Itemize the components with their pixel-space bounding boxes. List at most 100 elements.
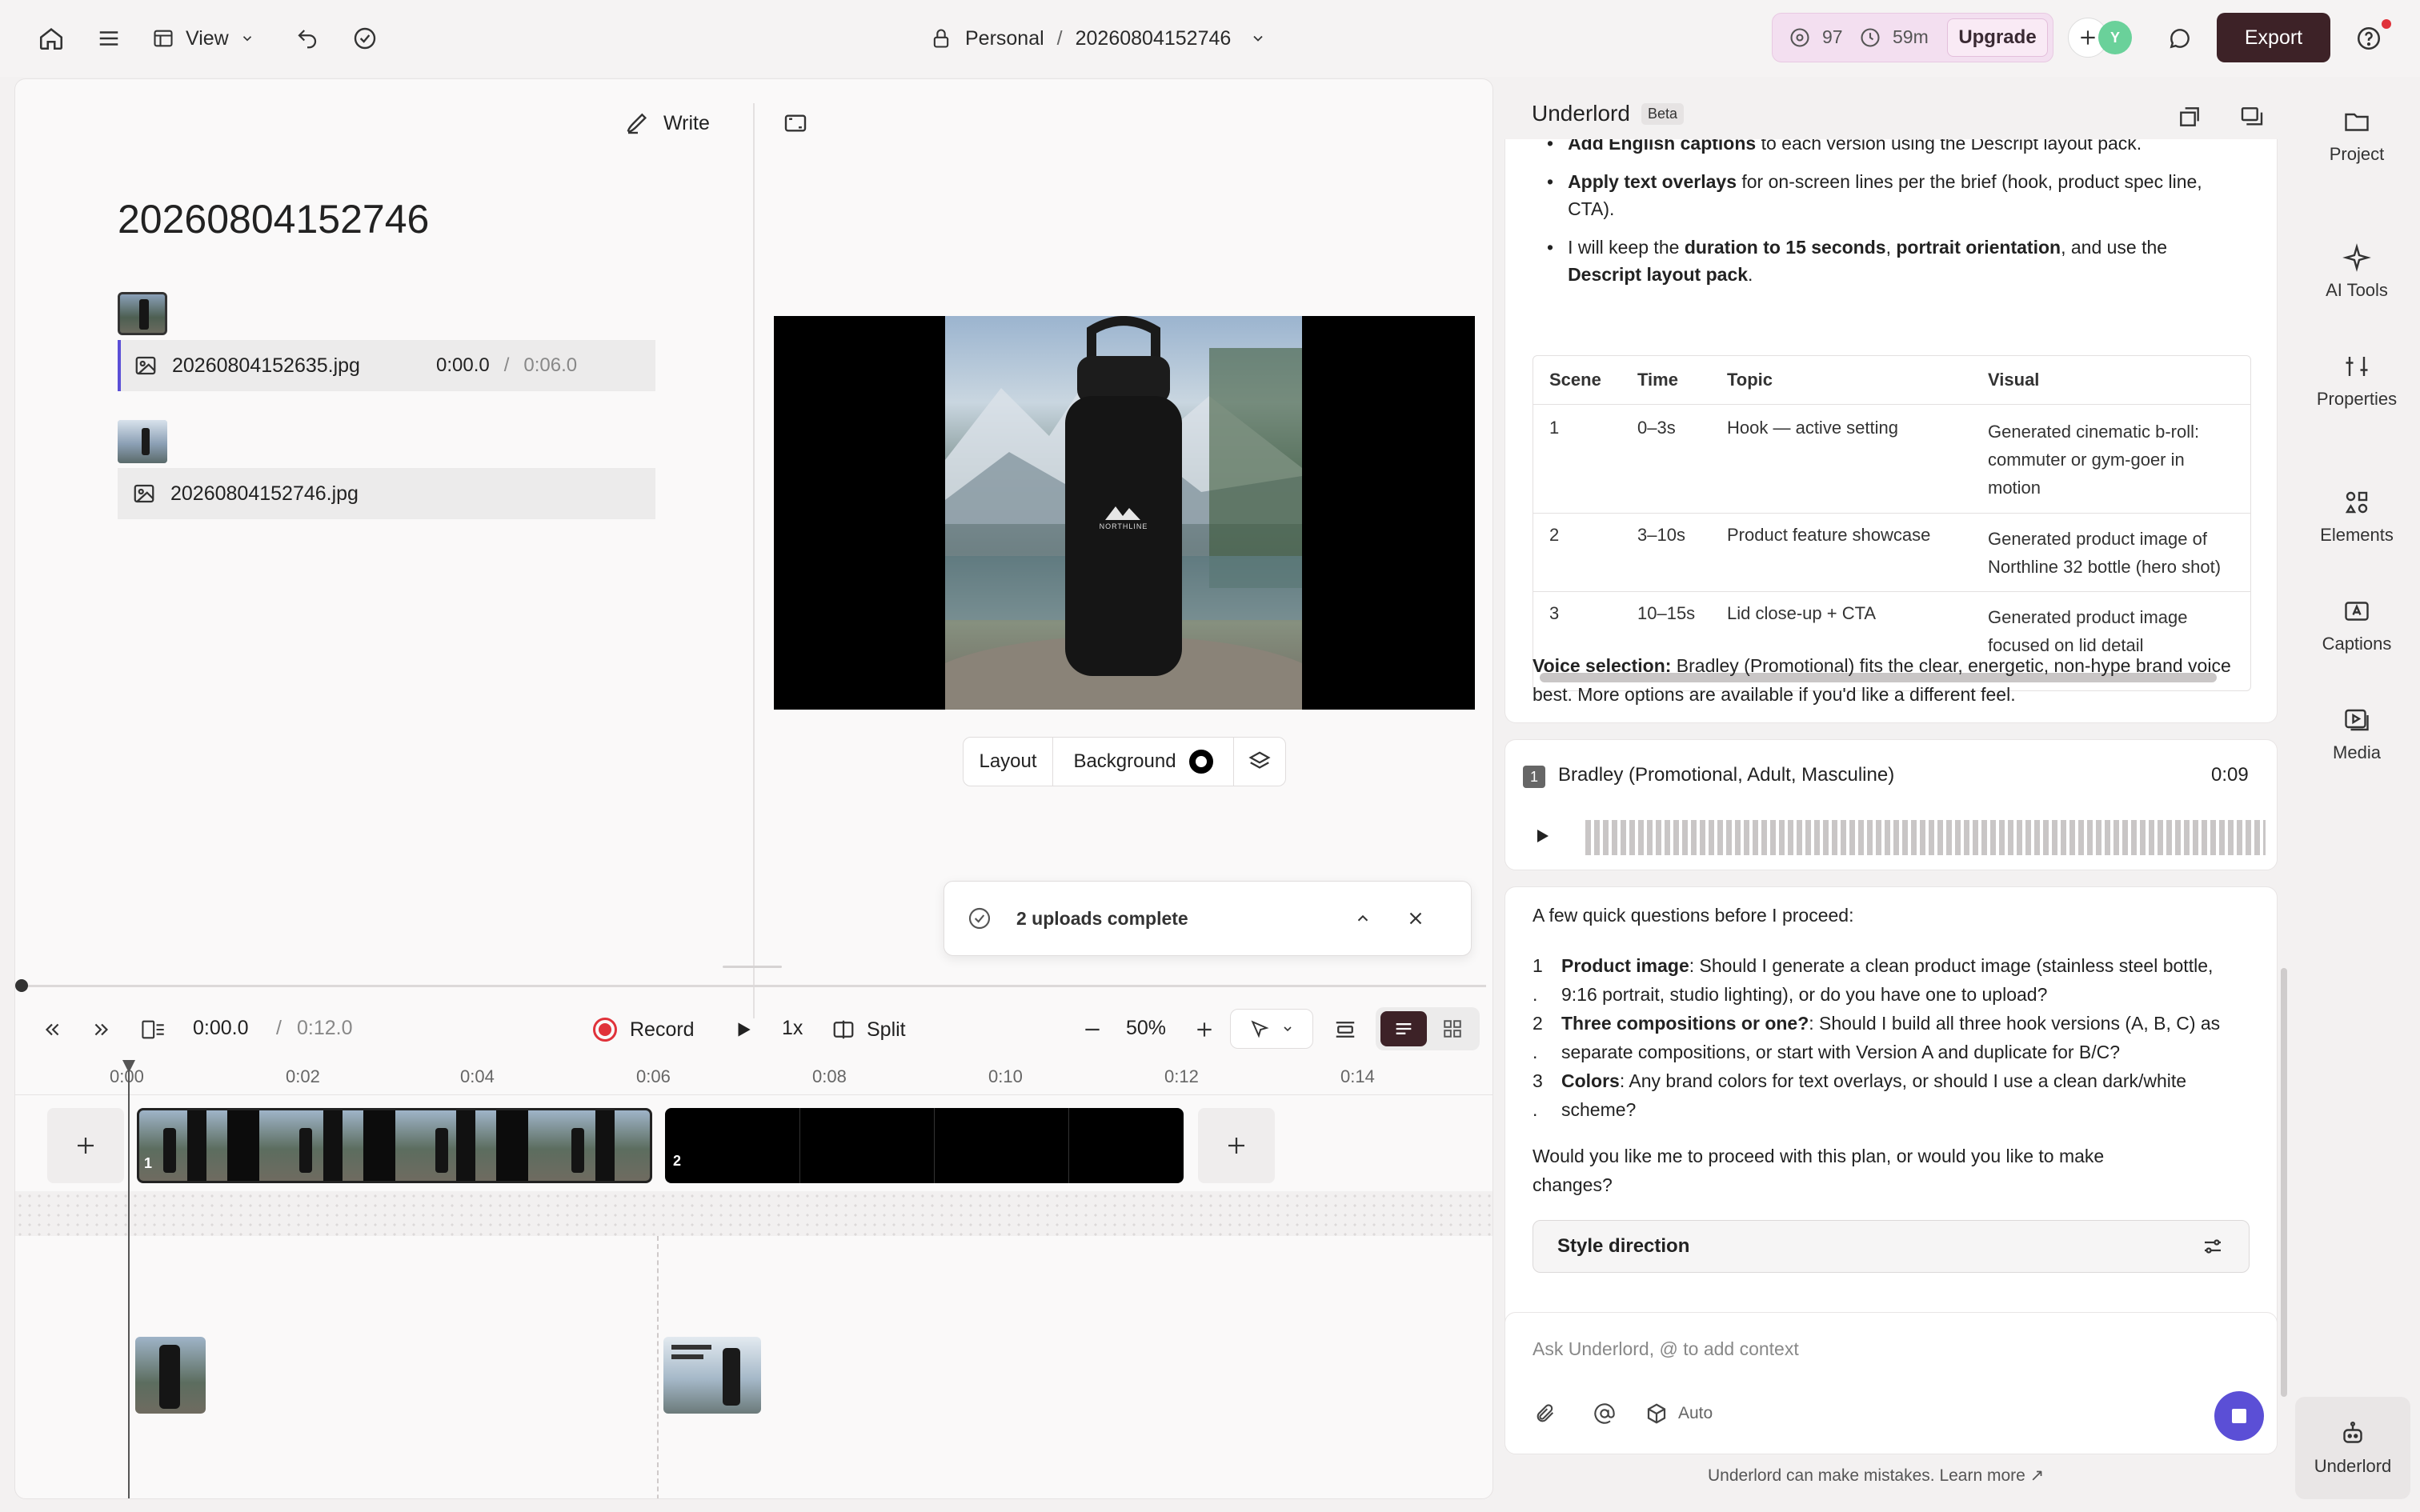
project-breadcrumb[interactable]: Personal / 20260804152746 (930, 19, 1298, 58)
scrub-handle[interactable] (15, 979, 28, 992)
total-time: 0:12.0 (297, 1017, 353, 1039)
view-toggle (1376, 1007, 1480, 1050)
skip-back-icon[interactable] (36, 1014, 68, 1046)
split-button[interactable]: Split (831, 1010, 928, 1049)
model-select[interactable]: Auto (1645, 1398, 1713, 1430)
lock-icon (933, 29, 949, 48)
undo-icon[interactable] (290, 19, 325, 58)
background-label: Background (1073, 750, 1176, 772)
comments-icon[interactable] (2161, 19, 2199, 58)
bullet-item: • I will keep the duration to 15 seconds,… (1547, 237, 2168, 285)
voice-card: 1 Bradley (Promotional, Adult, Masculine… (1504, 739, 2278, 870)
ruler-label: 0:12 (1164, 1066, 1199, 1086)
attach-icon[interactable] (1529, 1398, 1561, 1430)
layers-icon[interactable] (1234, 738, 1285, 786)
avatar-initial: Y (2109, 29, 2120, 46)
split-label: Split (867, 1018, 906, 1041)
time-left: 59m (1893, 26, 1929, 47)
resize-handle[interactable] (723, 966, 782, 968)
voice-label: Voice selection: (1533, 655, 1672, 676)
background-button[interactable]: Background (1053, 738, 1234, 786)
cursor-tool-select[interactable] (1230, 1009, 1313, 1049)
breadcrumb-separator: / (1056, 26, 1063, 50)
upgrade-button[interactable]: Upgrade (1947, 18, 2048, 57)
voice-duration: 0:09 (2211, 764, 2249, 786)
sidebar-item-captions[interactable]: Captions (2294, 597, 2420, 654)
playback-speed[interactable]: 1x (782, 1017, 803, 1040)
view-menu-button[interactable]: View (152, 19, 272, 58)
table-header: Topic (1727, 369, 1773, 390)
disclaimer-link[interactable]: Underlord can make mistakes. Learn more … (1708, 1466, 2044, 1486)
clock-icon (1857, 25, 1883, 50)
clip-row-2[interactable]: 20260804152746.jpg (118, 468, 655, 519)
mention-icon[interactable] (1589, 1398, 1621, 1430)
scrub-bar[interactable] (20, 985, 1486, 987)
chevron-up-icon[interactable] (1343, 898, 1383, 938)
voice-waveform[interactable] (1585, 820, 2266, 855)
playhead[interactable] (128, 1066, 130, 1498)
media-icon (2345, 709, 2369, 731)
grid-view-icon[interactable] (1430, 1011, 1475, 1046)
style-direction-button[interactable]: Style direction (1533, 1220, 2250, 1273)
table-header: Visual (1988, 369, 2040, 390)
clip-thumbnail-2[interactable] (118, 420, 167, 463)
script-list-icon[interactable] (135, 1014, 170, 1046)
chat-scrollbar[interactable] (2281, 968, 2287, 1397)
waveform-view-icon[interactable] (1380, 1011, 1427, 1046)
plus-icon (2081, 30, 2095, 45)
chevron-down-icon (1253, 35, 1263, 42)
voice-play-icon[interactable] (1526, 820, 1558, 852)
zoom-level: 50% (1126, 1017, 1167, 1039)
add-scene-after-button[interactable] (1198, 1108, 1275, 1183)
export-button[interactable]: Export (2217, 13, 2330, 62)
empty-track[interactable] (15, 1191, 1492, 1236)
list-item: 2 . Three compositions or one?: Should I … (1533, 1013, 2221, 1062)
media-thumbnail-2[interactable] (663, 1337, 761, 1414)
clip-thumbnail-1[interactable] (118, 292, 167, 335)
credits-badge[interactable]: 97 59m Upgrade (1772, 13, 2053, 62)
chat-input[interactable]: Ask Underlord, @ to add context (1533, 1338, 1799, 1360)
ruler-label: 0:08 (812, 1066, 847, 1086)
sidebar-item-ai-tools[interactable]: AI Tools (2294, 243, 2420, 301)
time-separator: / (276, 1017, 282, 1039)
zoom-out-icon[interactable] (1076, 1014, 1108, 1046)
scene-clip-1[interactable]: 1 (137, 1108, 652, 1183)
image-icon (134, 484, 154, 503)
sliders-icon (2205, 1239, 2221, 1254)
view-label: View (186, 26, 229, 50)
timeline-layout-icon[interactable] (1328, 1012, 1363, 1047)
play-icon[interactable] (726, 1012, 761, 1047)
new-chat-icon[interactable] (2172, 99, 2207, 134)
chevron-down-icon (242, 36, 251, 42)
elements-icon (2345, 491, 2368, 514)
chat-history-icon[interactable] (2234, 99, 2270, 134)
layout-button[interactable]: Layout (964, 738, 1053, 786)
write-button[interactable]: Write (625, 103, 737, 143)
scene-clip-2[interactable]: 2 (665, 1108, 1184, 1183)
sidebar-item-project[interactable]: Project (2294, 107, 2420, 165)
split-icon (833, 1020, 854, 1039)
stop-button[interactable] (2214, 1391, 2264, 1441)
bottle-brand: NORTHLINE (1099, 522, 1148, 530)
sidebar-item-properties[interactable]: Properties (2294, 352, 2420, 410)
record-button[interactable]: Record (593, 1010, 715, 1049)
zoom-in-icon[interactable] (1188, 1014, 1220, 1046)
sidebar-item-media[interactable]: Media (2294, 706, 2420, 763)
sidebar-item-underlord[interactable]: Underlord (2295, 1397, 2410, 1499)
video-preview[interactable]: NORTHLINE (774, 316, 1475, 710)
table-cell: Product feature showcase (1727, 524, 1931, 545)
menu-icon[interactable] (90, 19, 128, 58)
skip-forward-icon[interactable] (86, 1014, 118, 1046)
clip-filename: 20260804152746.jpg (170, 482, 359, 505)
sidebar-item-elements[interactable]: Elements (2294, 488, 2420, 546)
check-circle-icon[interactable] (347, 19, 383, 58)
close-icon[interactable] (1396, 898, 1436, 938)
avatar[interactable]: Y (2098, 21, 2132, 54)
background-color-swatch[interactable] (1188, 750, 1213, 774)
media-thumbnail-1[interactable] (135, 1337, 206, 1414)
fullscreen-icon[interactable] (775, 103, 815, 143)
clip-row-1[interactable]: 20260804152635.jpg 0:00.0 / 0:06.0 (118, 340, 655, 391)
home-icon[interactable] (32, 19, 70, 58)
add-scene-before-button[interactable] (47, 1108, 124, 1183)
notification-dot (2382, 19, 2391, 29)
